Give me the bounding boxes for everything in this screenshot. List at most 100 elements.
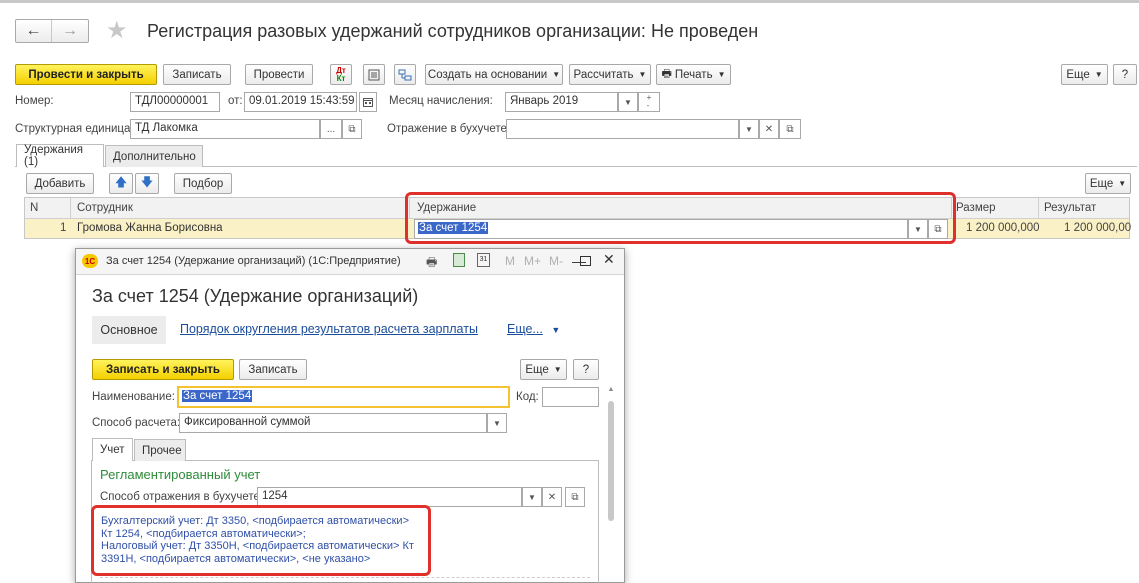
col-header-result[interactable]: Результат: [1044, 202, 1096, 214]
accounting-line: Налоговый учет: Дт 3350Н, <подбирается а…: [101, 540, 414, 552]
accounting-info[interactable]: Бухгалтерский учет: Дт 3350, <подбираетс…: [101, 515, 414, 565]
table-more-button[interactable]: Еще ▼: [1085, 173, 1131, 194]
chevron-down-icon[interactable]: ▼: [522, 487, 542, 507]
nav-buttons: ← →: [15, 19, 89, 43]
copy-icon[interactable]: ⧉: [779, 119, 801, 139]
dialog-more-button[interactable]: Еще ▼: [520, 359, 567, 380]
add-button[interactable]: Добавить: [26, 173, 94, 194]
print-label: Печать: [674, 68, 713, 81]
back-arrow-icon[interactable]: ←: [16, 20, 52, 42]
code-label: Код:: [516, 391, 539, 403]
forward-arrow-icon[interactable]: →: [52, 20, 88, 42]
reflection-field[interactable]: [506, 119, 739, 139]
chevron-down-icon[interactable]: ▼: [739, 119, 759, 139]
copy-icon[interactable]: ⧉: [928, 219, 948, 239]
cell-employee: Громова Жанна Борисовна: [77, 222, 223, 234]
memory-m-plus[interactable]: M+: [524, 254, 541, 268]
tab-accounting[interactable]: Учет: [92, 438, 133, 461]
col-header-n[interactable]: N: [30, 202, 38, 214]
cell-result: 1 200 000,00: [1064, 222, 1132, 234]
dt-kt-icon[interactable]: Дт Кт: [330, 64, 352, 85]
scroll-up-icon[interactable]: ▲: [606, 386, 616, 393]
top-border: [0, 0, 1139, 3]
pick-button[interactable]: Подбор: [174, 173, 232, 194]
down-arrow-icon[interactable]: 🡇: [135, 173, 159, 194]
create-based-button[interactable]: Создать на основании ▼: [425, 64, 563, 85]
accounting-line: Бухгалтерский учет: Дт 3350, <подбираетс…: [101, 515, 409, 527]
nav-more-label: Еще...: [507, 322, 543, 336]
page-title: Регистрация разовых удержаний сотруднико…: [147, 21, 759, 41]
dropdown-arrow-icon: ▼: [1118, 179, 1127, 188]
copy-icon[interactable]: ⧉: [342, 119, 362, 139]
dialog-reflection-field[interactable]: 1254: [257, 487, 522, 507]
save-button[interactable]: Записать: [163, 64, 231, 85]
date-field[interactable]: 09.01.2019 15:43:59: [244, 92, 357, 112]
number-field[interactable]: ТДЛ00000001: [130, 92, 220, 112]
cell-n: 1: [60, 222, 67, 234]
tab-additional[interactable]: Дополнительно: [105, 145, 203, 167]
calculator-icon[interactable]: [453, 253, 465, 267]
up-arrow-icon[interactable]: 🡅: [109, 173, 133, 194]
clear-icon[interactable]: ✕: [759, 119, 779, 139]
tab-other[interactable]: Прочее: [134, 439, 186, 461]
dashed-divider: [100, 577, 590, 578]
month-field[interactable]: Январь 2019: [505, 92, 618, 112]
unit-field[interactable]: ТД Лакомка: [130, 119, 320, 139]
col-divider: [70, 198, 71, 218]
tab-deductions[interactable]: Удержания (1): [16, 144, 104, 168]
nav-main-tab[interactable]: Основное: [92, 316, 166, 344]
help-button[interactable]: ?: [1113, 64, 1137, 85]
col-divider: [1038, 198, 1039, 218]
calendar-icon[interactable]: 31: [477, 253, 490, 267]
deduction-edit-field[interactable]: За счет 1254: [414, 219, 908, 239]
chevron-down-icon[interactable]: ▼: [487, 413, 507, 433]
scroll-thumb[interactable]: [608, 401, 614, 521]
clear-icon[interactable]: ✕: [542, 487, 562, 507]
table-more-label: Еще: [1089, 177, 1114, 190]
structure-icon[interactable]: [394, 64, 416, 85]
dialog-scrollbar[interactable]: ▲: [606, 386, 616, 583]
rounding-link[interactable]: Порядок округления результатов расчета з…: [180, 322, 478, 336]
close-icon[interactable]: ✕: [603, 251, 615, 268]
maximize-icon[interactable]: [580, 256, 591, 266]
col-header-deduction[interactable]: Удержание: [417, 202, 476, 214]
col-header-size[interactable]: Размер: [956, 202, 996, 214]
code-field[interactable]: [542, 387, 599, 407]
more-label: Еще: [1066, 68, 1090, 81]
dialog-heading: За счет 1254 (Удержание организаций): [92, 286, 419, 306]
calendar-icon[interactable]: [359, 92, 377, 112]
month-stepper[interactable]: + -: [638, 92, 660, 112]
more-button[interactable]: Еще ▼: [1061, 64, 1108, 85]
dialog-save-button[interactable]: Записать: [239, 359, 307, 380]
star-icon[interactable]: ★: [106, 16, 128, 45]
post-button[interactable]: Провести: [245, 64, 313, 85]
save-close-button[interactable]: Записать и закрыть: [92, 359, 234, 380]
dropdown-arrow-icon: ▼: [638, 70, 647, 79]
memory-m[interactable]: M: [505, 254, 515, 268]
ellipsis-icon[interactable]: ...: [320, 119, 342, 139]
list-icon[interactable]: [363, 64, 385, 85]
name-field[interactable]: За счет 1254: [177, 386, 510, 408]
number-label: Номер:: [15, 95, 54, 107]
chevron-down-icon[interactable]: ▼: [618, 92, 638, 112]
method-field[interactable]: Фиксированной суммой: [179, 413, 487, 433]
section-title: Регламентированный учет: [100, 467, 261, 482]
memory-m-minus[interactable]: M-: [549, 254, 563, 268]
dropdown-arrow-icon: ▼: [553, 365, 562, 374]
name-value: За счет 1254: [182, 390, 253, 402]
dialog-help-button[interactable]: ?: [573, 359, 599, 380]
month-label: Месяц начисления:: [389, 95, 493, 107]
col-divider: [951, 198, 952, 218]
copy-icon[interactable]: ⧉: [565, 487, 585, 507]
print-button[interactable]: 🖶 Печать ▼: [656, 64, 731, 85]
dropdown-arrow-icon: ▼: [717, 70, 726, 79]
col-header-employee[interactable]: Сотрудник: [77, 202, 133, 214]
calculate-button[interactable]: Рассчитать ▼: [569, 64, 651, 85]
printer-icon[interactable]: 🖶: [426, 253, 437, 274]
reflection-label: Отражение в бухучете:: [387, 123, 511, 135]
method-label: Способ расчета:: [92, 417, 181, 429]
unit-label: Структурная единица:: [15, 123, 134, 135]
post-close-button[interactable]: Провести и закрыть: [15, 64, 157, 85]
chevron-down-icon[interactable]: ▼: [908, 219, 928, 239]
nav-more-link[interactable]: Еще... ▼: [507, 322, 560, 336]
